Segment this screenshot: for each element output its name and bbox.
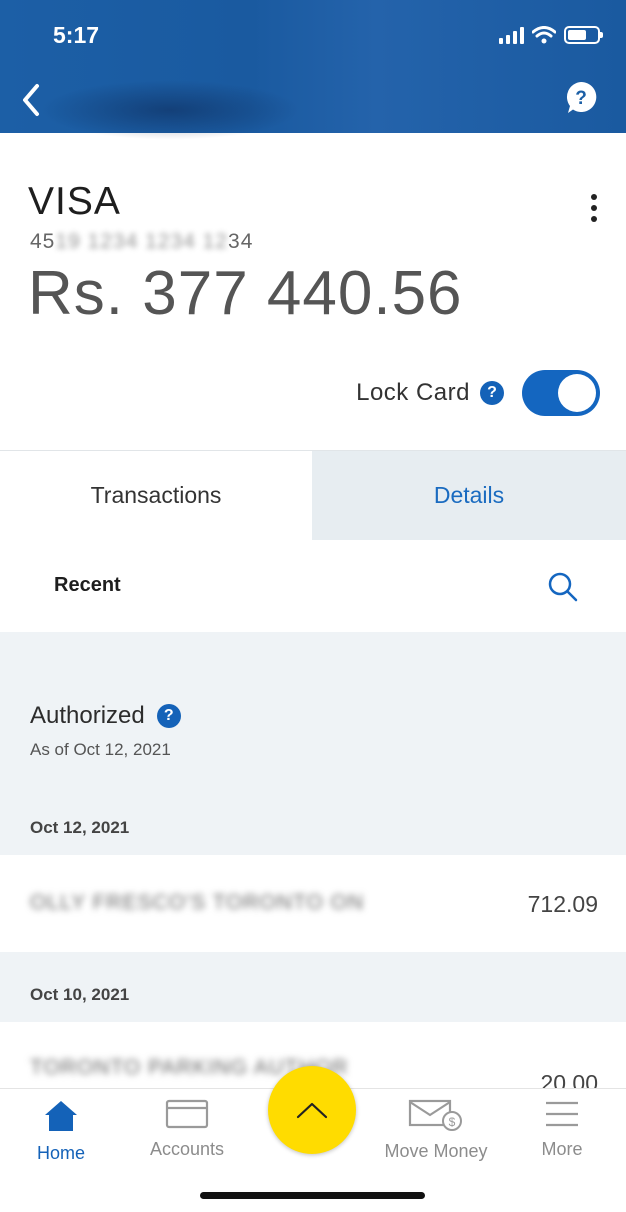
help-button[interactable]: ? — [564, 80, 598, 116]
signal-icon — [499, 26, 524, 44]
recent-header: Recent — [0, 540, 626, 632]
card-icon — [165, 1099, 209, 1129]
card-number: 4519 1234 1234 1234 — [30, 230, 254, 253]
search-icon — [548, 572, 578, 602]
svg-text:$: $ — [449, 1115, 456, 1129]
nav-home-label: Home — [36, 1143, 85, 1163]
transaction-amount: 712.09 — [527, 891, 598, 917]
svg-text:?: ? — [575, 88, 587, 109]
help-bubble-icon: ? — [566, 81, 597, 113]
tab-transactions[interactable]: Transactions — [0, 451, 312, 540]
lock-card-row: Lock Card ? — [356, 370, 600, 416]
info-icon[interactable]: ? — [480, 381, 504, 405]
nav-home[interactable]: Home — [1, 1099, 121, 1164]
tab-bar: Transactions Details — [0, 450, 626, 540]
menu-icon — [546, 1101, 578, 1127]
tab-details[interactable]: Details — [312, 451, 626, 540]
as-of-date: As of Oct 12, 2021 — [30, 740, 171, 759]
transaction-row[interactable]: OLLY FRESCO'S TORONTO ON 712.09 — [0, 855, 626, 952]
search-button[interactable] — [546, 570, 580, 604]
top-header: 5:17 ? — [0, 0, 626, 140]
lock-card-toggle[interactable] — [522, 370, 600, 416]
authorized-heading: Authorized ? — [30, 702, 181, 730]
envelope-dollar-icon: $ — [408, 1099, 462, 1131]
info-icon[interactable]: ? — [156, 704, 181, 728]
card-balance: Rs. 377 440.56 — [28, 259, 463, 328]
quick-actions-button[interactable] — [268, 1066, 356, 1154]
status-icons — [499, 26, 603, 44]
wifi-icon — [532, 26, 556, 44]
nav-accounts-label: Accounts — [149, 1139, 225, 1159]
chevron-up-icon — [296, 1102, 328, 1119]
status-time: 5:17 — [53, 22, 100, 48]
chevron-left-icon — [23, 84, 39, 116]
home-indicator — [200, 1192, 425, 1199]
date-header: Oct 10, 2021 — [30, 985, 130, 1004]
transaction-description: OLLY FRESCO'S TORONTO ON — [30, 891, 365, 914]
nav-more-label: More — [541, 1139, 583, 1159]
nav-accounts[interactable]: Accounts — [127, 1099, 247, 1160]
recent-label: Recent — [54, 574, 121, 596]
nav-move-money[interactable]: $ Move Money — [376, 1099, 496, 1162]
more-options-button[interactable] — [584, 192, 604, 224]
authorized-title: Authorized — [30, 702, 145, 729]
battery-icon — [564, 26, 603, 44]
back-button[interactable] — [14, 80, 48, 120]
card-name: VISA — [28, 180, 121, 223]
home-icon — [45, 1101, 77, 1131]
date-header: Oct 12, 2021 — [30, 818, 130, 837]
lock-card-label: Lock Card — [356, 379, 470, 406]
nav-more[interactable]: More — [502, 1099, 622, 1160]
nav-move-money-label: Move Money — [384, 1141, 488, 1161]
